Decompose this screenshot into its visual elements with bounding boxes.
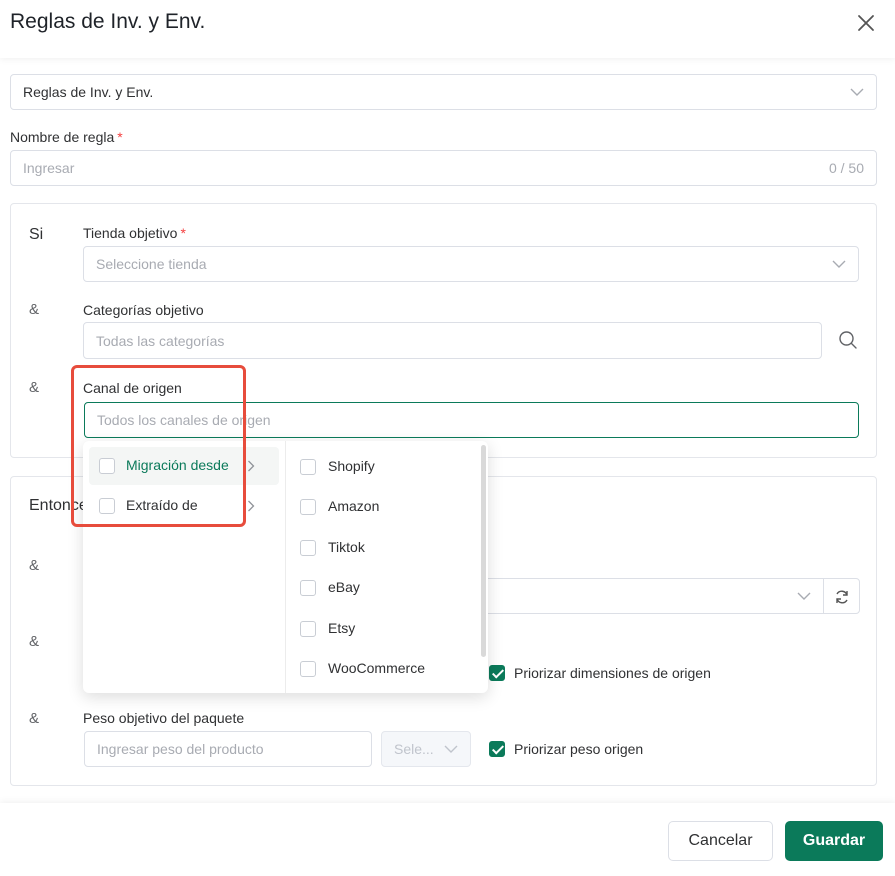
dropdown-group-item[interactable]: Extraído de <box>89 487 279 525</box>
option-label: Etsy <box>328 620 356 636</box>
weight-input[interactable]: Ingresar peso del producto <box>84 731 372 767</box>
chevron-down-icon <box>444 745 458 753</box>
cancel-button[interactable]: Cancelar <box>668 821 773 861</box>
prioritize-weight-checkbox[interactable] <box>489 741 505 757</box>
group-label: Extraído de <box>126 497 198 513</box>
rule-type-value: Reglas de Inv. y Env. <box>23 84 154 100</box>
store-label: Tienda objetivo * <box>83 225 186 241</box>
option-label: Shopify <box>328 458 375 474</box>
chevron-right-icon <box>248 460 255 472</box>
option-label: Tiktok <box>328 539 365 555</box>
modal-title: Reglas de Inv. y Env. <box>10 10 206 33</box>
close-icon[interactable] <box>855 12 877 34</box>
save-button[interactable]: Guardar <box>785 821 883 861</box>
rule-name-placeholder: Ingresar <box>23 160 75 176</box>
store-label-text: Tienda objetivo <box>83 225 178 241</box>
refresh-icon <box>836 590 848 604</box>
required-mark: * <box>117 129 123 145</box>
option-label: eBay <box>328 579 360 595</box>
weight-unit-select[interactable]: Sele... <box>381 731 471 767</box>
modal-footer: Cancelar Guardar <box>0 803 895 876</box>
rule-name-label-text: Nombre de regla <box>10 129 115 145</box>
channel-label: Canal de origen <box>83 380 182 396</box>
dropdown-group-item[interactable]: Migración desde <box>89 447 279 485</box>
condition-card: Si Tienda objetivo * Seleccione tienda & … <box>10 203 877 458</box>
chevron-down-icon <box>850 88 864 96</box>
option-label: Amazon <box>328 498 380 514</box>
prioritize-dimensions-checkbox[interactable] <box>489 665 505 681</box>
categories-input[interactable]: Todas las categorías <box>83 322 822 359</box>
store-placeholder: Seleccione tienda <box>96 256 207 272</box>
required-mark: * <box>180 225 186 241</box>
channel-dropdown: Migración desde Extraído de Shopify Amaz… <box>83 441 488 693</box>
modal-header: Reglas de Inv. y Env. <box>0 0 895 58</box>
rule-name-input[interactable]: Ingresar 0 / 50 <box>10 150 877 186</box>
option-label: WooCommerce <box>328 660 425 676</box>
channel-placeholder: Todos los canales de origen <box>97 412 271 428</box>
categories-placeholder: Todas las categorías <box>96 332 225 349</box>
option-checkbox[interactable] <box>300 661 316 677</box>
weight-placeholder: Ingresar peso del producto <box>97 741 264 757</box>
group-checkbox[interactable] <box>99 498 115 514</box>
group-checkbox[interactable] <box>99 458 115 474</box>
and-prefix: & <box>29 379 40 396</box>
chevron-right-icon <box>248 500 255 512</box>
then-select[interactable] <box>481 578 824 614</box>
weight-label: Peso objetivo del paquete <box>83 710 245 726</box>
if-label: Si <box>29 226 44 243</box>
option-checkbox[interactable] <box>300 499 316 515</box>
channel-select[interactable]: Todos los canales de origen <box>84 402 859 438</box>
char-counter: 0 / 50 <box>828 160 864 176</box>
option-checkbox[interactable] <box>300 459 316 475</box>
chevron-down-icon <box>832 260 846 268</box>
option-checkbox[interactable] <box>300 580 316 596</box>
rule-type-select[interactable]: Reglas de Inv. y Env. <box>10 74 877 110</box>
and-prefix: & <box>29 710 40 727</box>
weight-unit-placeholder: Sele... <box>394 741 434 757</box>
prioritize-dimensions-label: Priorizar dimensiones de origen <box>514 665 711 681</box>
refresh-button[interactable] <box>823 578 860 614</box>
rule-name-label: Nombre de regla * <box>10 129 123 145</box>
and-prefix: & <box>29 557 40 574</box>
option-checkbox[interactable] <box>300 621 316 637</box>
search-icon[interactable] <box>838 330 858 350</box>
prioritize-weight-label: Priorizar peso origen <box>514 741 644 757</box>
and-prefix: & <box>29 301 40 318</box>
dropdown-scrollbar[interactable] <box>481 445 486 657</box>
categories-label: Categorías objetivo <box>83 302 204 318</box>
chevron-down-icon <box>797 592 811 600</box>
store-select[interactable]: Seleccione tienda <box>83 246 859 282</box>
option-checkbox[interactable] <box>300 540 316 556</box>
and-prefix: & <box>29 633 40 650</box>
dropdown-divider <box>285 441 286 693</box>
group-label: Migración desde <box>126 457 229 473</box>
